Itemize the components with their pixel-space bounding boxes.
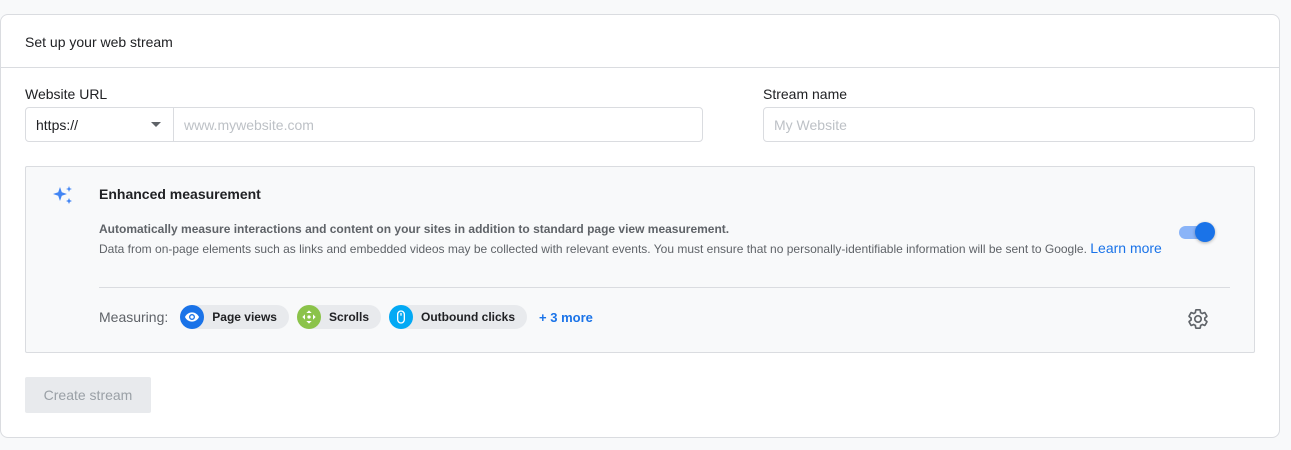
chip-label: Scrolls [328,310,370,324]
card-title: Set up your web stream [1,15,1279,68]
chip-page-views: Page views [180,305,289,329]
toggle-thumb [1195,222,1215,242]
chip-scrolls: Scrolls [296,305,382,329]
website-url-label: Website URL [25,86,108,102]
enhanced-measurement-title: Enhanced measurement [99,186,261,202]
description-line-1: Automatically measure interactions and c… [99,222,730,236]
measuring-row: Measuring: Page views Scrolls Outbound c… [99,305,593,329]
scroll-icon [296,305,321,329]
chip-outbound-clicks: Outbound clicks [389,305,528,329]
website-url-field: https:// [25,107,703,142]
chip-label: Outbound clicks [421,310,516,324]
website-url-input[interactable] [174,108,702,141]
learn-more-link[interactable]: Learn more [1090,240,1162,256]
sparkle-icon [53,186,72,204]
protocol-select[interactable]: https:// [26,108,174,141]
gear-icon[interactable] [1187,308,1209,330]
protocol-value: https:// [36,116,79,133]
create-stream-button[interactable]: Create stream [25,377,151,413]
enhanced-measurement-description: Automatically measure interactions and c… [99,220,1167,259]
more-measurements-link[interactable]: + 3 more [539,310,593,325]
description-line-2: Data from on-page elements such as links… [99,242,1087,256]
chip-label: Page views [212,310,277,324]
eye-icon [180,305,205,329]
mouse-icon [389,305,414,329]
chevron-down-icon [151,122,161,127]
divider [99,287,1230,288]
enhanced-measurement-panel: Enhanced measurement Automatically measu… [25,166,1255,353]
enhanced-measurement-toggle[interactable] [1179,221,1215,242]
stream-name-label: Stream name [763,86,848,102]
stream-name-input[interactable] [763,107,1255,142]
web-stream-card: Set up your web stream Website URL https… [0,14,1280,438]
measuring-label: Measuring: [99,309,169,325]
